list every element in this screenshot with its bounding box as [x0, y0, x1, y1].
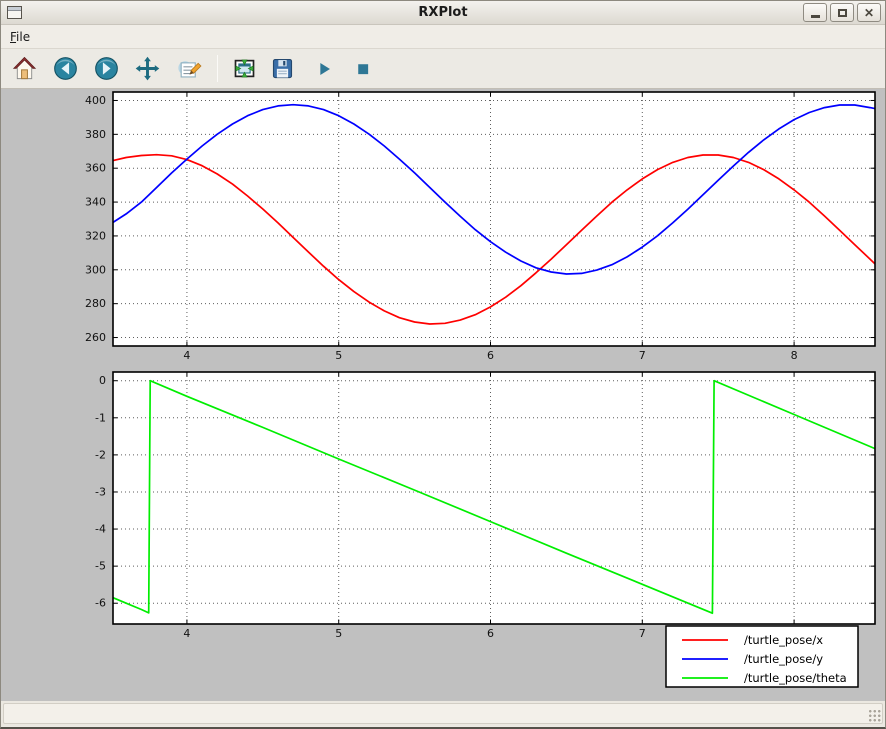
statusbar	[1, 701, 885, 726]
figure-canvas[interactable]: 45678260280300320340360380400456780-1-2-…	[1, 89, 885, 701]
minimize-button[interactable]	[803, 3, 827, 22]
pan-button[interactable]	[133, 54, 162, 84]
stop-icon	[352, 58, 374, 80]
x-tick-label: 5	[335, 349, 342, 362]
y-tick-label: 380	[85, 128, 106, 141]
x-tick-label: 7	[639, 627, 646, 640]
customize-button[interactable]	[174, 54, 203, 84]
y-tick-label: 320	[85, 229, 106, 242]
window-title: RXPlot	[1, 5, 885, 20]
titlebar[interactable]: RXPlot ✕	[1, 1, 885, 25]
y-tick-label: 260	[85, 331, 106, 344]
toolbar-separator	[217, 55, 218, 82]
y-tick-label: -4	[95, 523, 106, 536]
subplots-button[interactable]	[230, 54, 259, 84]
rxplot-window: RXPlot ✕ File	[0, 0, 886, 729]
maximize-icon	[838, 9, 847, 17]
x-tick-label: 8	[791, 349, 798, 362]
back-icon	[52, 55, 79, 82]
y-tick-label: -5	[95, 560, 106, 573]
window-icon	[7, 6, 22, 19]
play-icon	[313, 58, 335, 80]
stop-button[interactable]	[351, 54, 375, 84]
home-button[interactable]	[10, 54, 39, 84]
resize-grip[interactable]	[868, 709, 881, 722]
y-tick-label: 360	[85, 162, 106, 175]
pan-move-icon	[134, 55, 161, 82]
configure-subplots-icon	[231, 55, 258, 82]
x-tick-label: 7	[639, 349, 646, 362]
y-tick-label: -1	[95, 411, 106, 424]
back-button[interactable]	[51, 54, 80, 84]
y-tick-label: 280	[85, 297, 106, 310]
menu-file[interactable]: File	[1, 27, 39, 47]
close-button[interactable]: ✕	[857, 3, 881, 22]
x-tick-label: 4	[183, 627, 190, 640]
y-tick-label: 0	[99, 374, 106, 387]
axes-background-1	[113, 372, 875, 624]
home-icon	[11, 55, 38, 82]
x-tick-label: 5	[335, 627, 342, 640]
x-tick-label: 4	[183, 349, 190, 362]
y-tick-label: 340	[85, 196, 106, 209]
toolbar	[1, 49, 885, 89]
x-tick-label: 6	[487, 627, 494, 640]
forward-button[interactable]	[92, 54, 121, 84]
legend-label: /turtle_pose/x	[744, 633, 823, 647]
y-tick-label: -2	[95, 448, 106, 461]
close-icon: ✕	[864, 7, 874, 19]
forward-icon	[93, 55, 120, 82]
customize-edit-icon	[175, 55, 202, 82]
legend-label: /turtle_pose/y	[744, 652, 823, 666]
status-panel	[3, 703, 883, 724]
y-tick-label: 300	[85, 263, 106, 276]
menubar: File	[1, 25, 885, 49]
save-button[interactable]	[268, 54, 297, 84]
x-tick-label: 6	[487, 349, 494, 362]
y-tick-label: -6	[95, 597, 106, 610]
minimize-icon	[811, 15, 820, 18]
y-tick-label: 400	[85, 94, 106, 107]
play-button[interactable]	[312, 54, 336, 84]
maximize-button[interactable]	[830, 3, 854, 22]
legend-label: /turtle_pose/theta	[744, 671, 847, 685]
plot-svg: 45678260280300320340360380400456780-1-2-…	[1, 89, 885, 701]
y-tick-label: -3	[95, 485, 106, 498]
axes-background-0	[113, 92, 875, 346]
save-floppy-icon	[269, 55, 296, 82]
